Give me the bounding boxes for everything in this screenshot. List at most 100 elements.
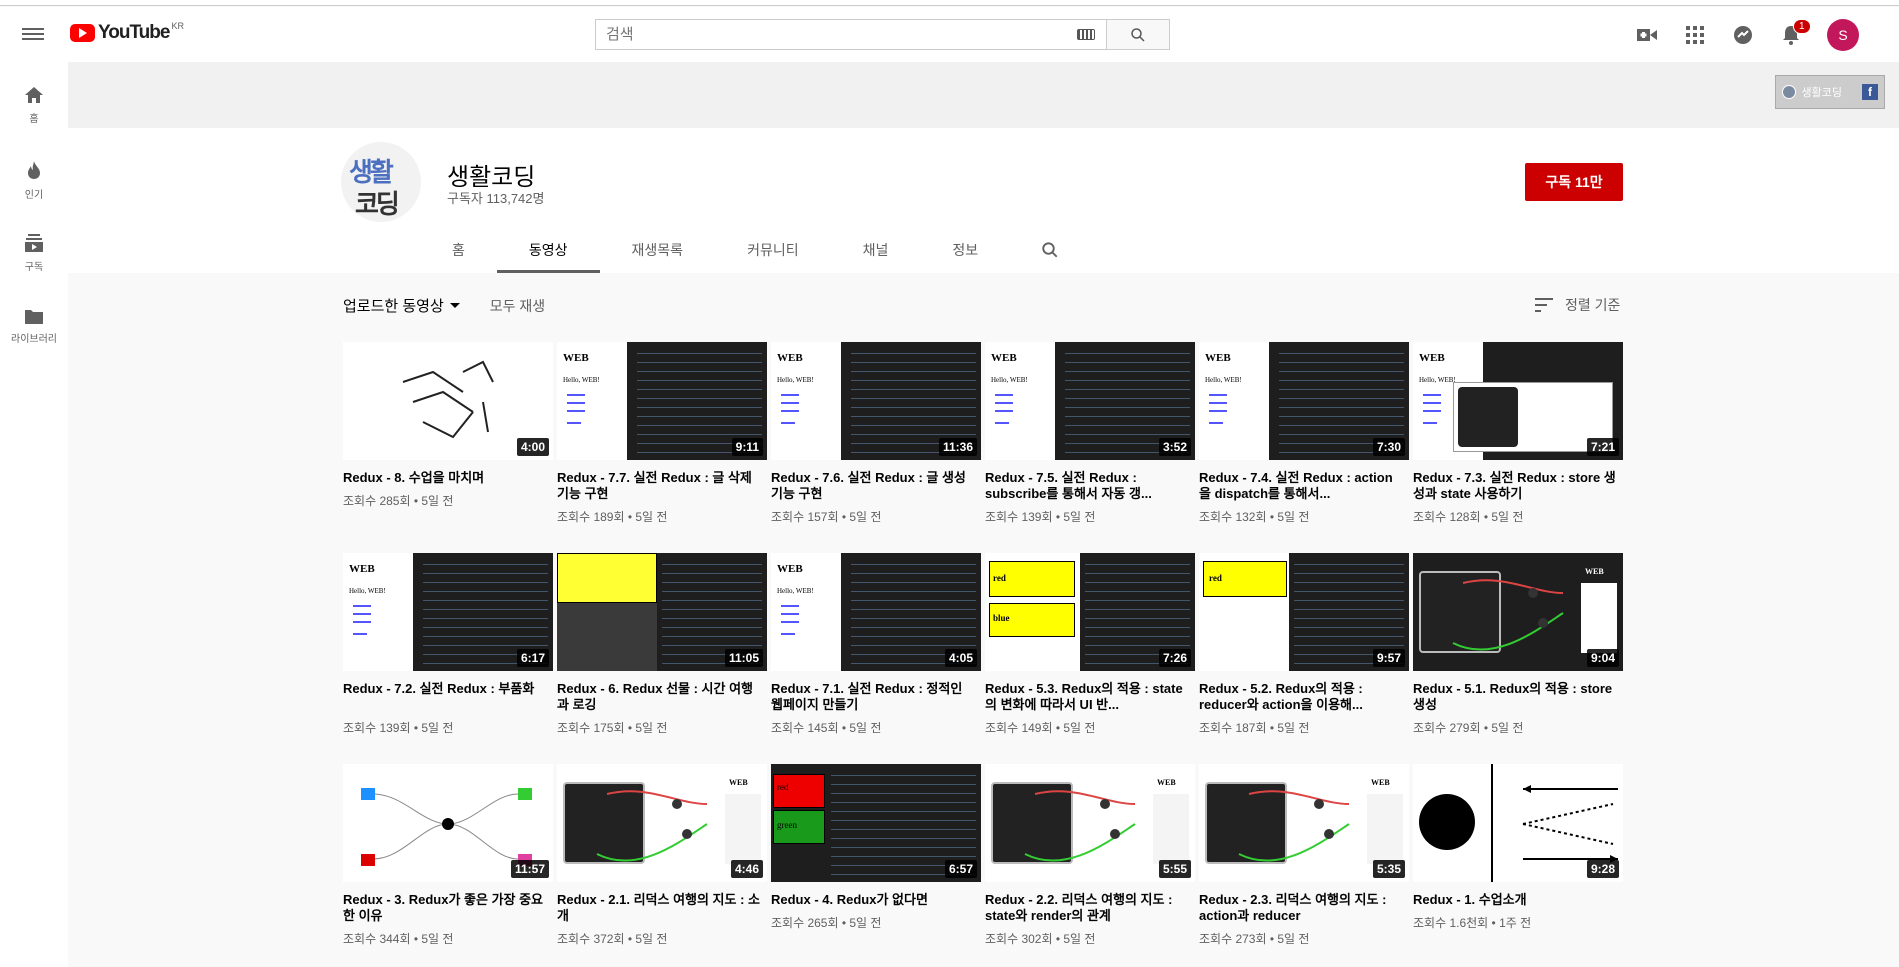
video-title[interactable]: Redux - 6. Redux 선물 : 시간 여행과 로깅 (557, 681, 767, 713)
channel-avatar[interactable]: 생활 코딩 (341, 142, 421, 222)
sidebar-item-home[interactable]: 홈 (0, 76, 68, 138)
video-duration: 9:57 (1372, 649, 1405, 667)
sidebar-item-trending[interactable]: 인기 (0, 150, 68, 212)
video-thumbnail[interactable]: WEB Hello, WEB! 6:17 (343, 553, 553, 671)
hamburger-menu-icon[interactable] (22, 25, 44, 43)
video-thumbnail[interactable]: WEB Hello, WEB! 3:52 (985, 342, 1195, 460)
video-thumbnail[interactable]: WEB Hello, WEB! 4:05 (771, 553, 981, 671)
video-card[interactable]: 11:57 Redux - 3. Redux가 좋은 가장 중요한 이유 조회수 3… (343, 764, 553, 955)
thumb-web-text: WEB (349, 563, 375, 575)
account-avatar[interactable]: S (1827, 19, 1859, 51)
video-meta: 조회수 372회 • 5일 전 (557, 932, 668, 946)
video-thumbnail[interactable]: 11:57 (343, 764, 553, 882)
video-title[interactable]: Redux - 2.3. 리덕스 여행의 지도 : action과 reduce… (1199, 892, 1409, 924)
video-title[interactable]: Redux - 3. Redux가 좋은 가장 중요한 이유 (343, 892, 553, 924)
video-card[interactable]: red blue 7:26 Redux - 5.3. Redux의 적용 : stat… (985, 553, 1195, 744)
tab-community[interactable]: 커뮤니티 (715, 226, 831, 273)
video-thumbnail[interactable]: red blue 7:26 (985, 553, 1195, 671)
sort-button[interactable]: 정렬 기준 (1535, 295, 1620, 315)
notifications-icon[interactable]: 1 (1779, 19, 1811, 47)
video-thumbnail[interactable]: 11:05 (557, 553, 767, 671)
channel-tabs: 홈 동영상 재생목록 커뮤니티 채널 정보 (420, 226, 1080, 273)
video-title[interactable]: Redux - 8. 수업을 마치며 (343, 470, 553, 486)
channel-search-button[interactable] (1020, 226, 1080, 273)
thumb-red-text: red (1209, 573, 1222, 583)
video-title[interactable]: Redux - 7.7. 실전 Redux : 글 삭제 기능 구현 (557, 470, 767, 502)
uploads-dropdown[interactable]: 업로드한 동영상 (343, 295, 460, 316)
facebook-icon[interactable]: f (1862, 84, 1878, 100)
video-title[interactable]: Redux - 7.1. 실전 Redux : 정적인 웹페이지 만들기 (771, 681, 981, 713)
video-title[interactable]: Redux - 5.3. Redux의 적용 : state의 변화에 따라서 … (985, 681, 1195, 713)
search-icon (1131, 27, 1145, 42)
subscribe-button[interactable]: 구독 11만 (1525, 163, 1623, 201)
video-meta: 조회수 145회 • 5일 전 (771, 721, 882, 735)
thumb-hello-text: Hello, WEB! (777, 376, 814, 384)
video-thumbnail[interactable]: WEB Hello, WEB! 11:36 (771, 342, 981, 460)
video-duration: 5:35 (1372, 860, 1405, 878)
search-input[interactable] (595, 19, 1106, 50)
video-card[interactable]: red 9:57 Redux - 5.2. Redux의 적용 : reducer와… (1199, 553, 1409, 744)
sidebar-item-library[interactable]: 라이브러리 (0, 298, 68, 360)
video-thumbnail[interactable]: WEB 4:46 (557, 764, 767, 882)
video-card[interactable]: WEB 9:04 Redux - 5.1. Redux의 적용 : store 생성… (1413, 553, 1623, 744)
video-card[interactable]: WEB Hello, WEB! 11:36 Redux - 7.6. 실전 Redux… (771, 342, 981, 533)
video-card[interactable]: red green 6:57 Redux - 4. Redux가 없다면조회수 265… (771, 764, 981, 955)
messages-icon[interactable] (1731, 23, 1755, 47)
filter-bar: 업로드한 동영상 모두 재생 (343, 295, 545, 316)
thumb-blue-text: blue (993, 613, 1010, 623)
video-thumbnail[interactable]: 4:00 (343, 342, 553, 460)
video-card[interactable]: WEB Hello, WEB! 9:11 Redux - 7.7. 실전 Redux … (557, 342, 767, 533)
video-duration: 5:55 (1158, 860, 1191, 878)
channel-banner: 생활코딩 f (68, 62, 1899, 128)
video-thumbnail[interactable]: WEB Hello, WEB! 7:30 (1199, 342, 1409, 460)
video-thumbnail[interactable]: red green 6:57 (771, 764, 981, 882)
video-card[interactable]: WEB Hello, WEB! 6:17 Redux - 7.2. 실전 Redux … (343, 553, 553, 744)
video-duration: 9:04 (1586, 649, 1619, 667)
youtube-logo[interactable]: YouTube KR (70, 21, 184, 44)
search-button[interactable] (1106, 19, 1170, 50)
video-title[interactable]: Redux - 7.5. 실전 Redux : subscribe를 통해서 자… (985, 470, 1195, 502)
video-thumbnail[interactable]: WEB Hello, WEB! 9:11 (557, 342, 767, 460)
video-card[interactable]: WEB Hello, WEB! 7:21 Redux - 7.3. 실전 Redux … (1413, 342, 1623, 533)
video-title[interactable]: Redux - 7.6. 실전 Redux : 글 생성 기능 구현 (771, 470, 981, 502)
video-meta: 조회수 302회 • 5일 전 (985, 932, 1096, 946)
video-card[interactable]: WEB 5:35 Redux - 2.3. 리덕스 여행의 지도 : action과… (1199, 764, 1409, 955)
video-thumbnail[interactable]: WEB 9:04 (1413, 553, 1623, 671)
video-thumbnail[interactable]: 9:28 (1413, 764, 1623, 882)
tab-playlists[interactable]: 재생목록 (600, 226, 716, 273)
keyboard-icon[interactable] (1077, 29, 1095, 40)
video-card[interactable]: WEB 4:46 Redux - 2.1. 리덕스 여행의 지도 : 소개조회수 3… (557, 764, 767, 955)
video-title[interactable]: Redux - 2.2. 리덕스 여행의 지도 : state와 render의… (985, 892, 1195, 924)
video-title[interactable]: Redux - 4. Redux가 없다면 (771, 892, 981, 908)
banner-links[interactable]: 생활코딩 f (1774, 75, 1885, 109)
video-title[interactable]: Redux - 5.1. Redux의 적용 : store 생성 (1413, 681, 1623, 713)
video-title[interactable]: Redux - 5.2. Redux의 적용 : reducer와 action… (1199, 681, 1409, 713)
video-card[interactable]: WEB Hello, WEB! 3:52 Redux - 7.5. 실전 Redux … (985, 342, 1195, 533)
video-thumbnail[interactable]: WEB Hello, WEB! 7:21 (1413, 342, 1623, 460)
video-card[interactable]: 9:28 Redux - 1. 수업소개 조회수 1.6천회 • 1주 전 (1413, 764, 1623, 955)
video-card[interactable]: WEB Hello, WEB! 7:30 Redux - 7.4. 실전 Redux … (1199, 342, 1409, 533)
tab-videos[interactable]: 동영상 (496, 226, 600, 273)
video-card[interactable]: WEB Hello, WEB! 4:05 Redux - 7.1. 실전 Redux … (771, 553, 981, 744)
create-video-icon[interactable] (1635, 23, 1659, 47)
video-title[interactable]: Redux - 7.4. 실전 Redux : action을 dispatch… (1199, 470, 1409, 502)
tab-channels[interactable]: 채널 (831, 226, 921, 273)
video-card[interactable]: WEB 5:55 Redux - 2.2. 리덕스 여행의 지도 : state와 … (985, 764, 1195, 955)
subscriber-count: 구독자 113,742명 (447, 191, 545, 206)
video-card[interactable]: 4:00 Redux - 8. 수업을 마치며 조회수 285회 • 5일 전 (343, 342, 553, 533)
video-meta: 조회수 265회 • 5일 전 (771, 916, 882, 930)
video-title[interactable]: Redux - 2.1. 리덕스 여행의 지도 : 소개 (557, 892, 767, 924)
apps-icon[interactable] (1683, 23, 1707, 47)
banner-link-label[interactable]: 생활코딩 (1802, 84, 1842, 100)
play-all-link[interactable]: 모두 재생 (490, 296, 545, 316)
video-card[interactable]: 11:05 Redux - 6. Redux 선물 : 시간 여행과 로깅 조회수 … (557, 553, 767, 744)
video-thumbnail[interactable]: WEB 5:35 (1199, 764, 1409, 882)
video-title[interactable]: Redux - 1. 수업소개 (1413, 892, 1623, 908)
video-thumbnail[interactable]: WEB 5:55 (985, 764, 1195, 882)
tab-home[interactable]: 홈 (420, 226, 497, 273)
video-title[interactable]: Redux - 7.3. 실전 Redux : store 생성과 state … (1413, 470, 1623, 502)
video-title[interactable]: Redux - 7.2. 실전 Redux : 부품화 (343, 681, 553, 713)
video-thumbnail[interactable]: red 9:57 (1199, 553, 1409, 671)
sidebar-item-subscriptions[interactable]: 구독 (0, 224, 68, 286)
tab-about[interactable]: 정보 (920, 226, 1010, 273)
